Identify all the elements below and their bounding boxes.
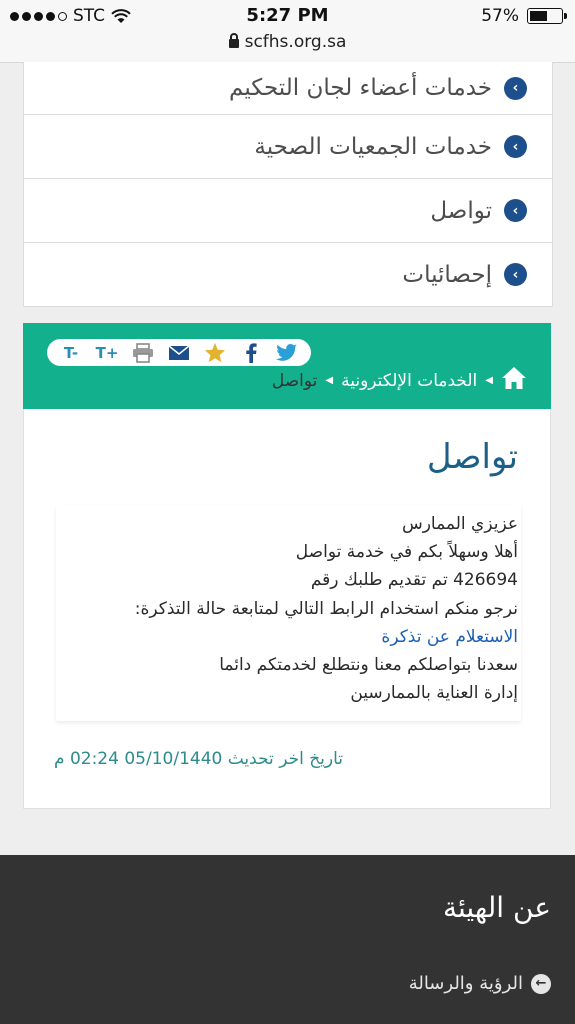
confirmation-message: عزيزي الممارس أهلا وسهلاً بكم في خدمة تو…: [78, 510, 518, 707]
menu-item-statistics[interactable]: ‹ إحصائيات: [24, 242, 552, 306]
content-card: تواصل عزيزي الممارس أهلا وسهلاً بكم في خ…: [23, 409, 551, 809]
chevron-left-icon: ‹: [504, 76, 527, 100]
last-updated: تاريخ اخر تحديث 05/10/1440 02:24 م: [54, 749, 344, 769]
footer-title: عن الهيئة: [442, 891, 551, 924]
message-thanks: سعدنا بتواصلكم معنا ونتطلع لخدمتكم دائما: [219, 655, 518, 676]
home-icon[interactable]: [501, 366, 527, 395]
menu-item-label: إحصائيات: [402, 261, 492, 288]
share-toolbar: T- T+: [47, 339, 311, 366]
message-greeting: عزيزي الممارس: [401, 514, 518, 534]
menu-item-health-societies[interactable]: ‹ خدمات الجمعيات الصحية: [24, 114, 552, 178]
menu-item-label: تواصل: [430, 197, 492, 224]
chevron-left-icon: ‹: [504, 135, 527, 158]
address-bar[interactable]: scfhs.org.sa: [0, 32, 575, 52]
services-menu: ‹ خدمات أعضاء لجان التحكيم ‹ خدمات الجمع…: [23, 62, 553, 307]
menu-item-label: خدمات أعضاء لجان التحكيم: [229, 75, 492, 101]
print-icon[interactable]: [130, 342, 156, 364]
chevron-left-icon: ‹: [504, 199, 527, 222]
browser-status-bar: STC 5:27 PM 57% scfhs.org.sa: [0, 0, 575, 63]
message-instruction: نرجو منكم استخدام الرابط التالي لمتابعة …: [134, 598, 518, 619]
menu-item-arbitration[interactable]: ‹ خدمات أعضاء لجان التحكيم: [24, 62, 552, 114]
battery-status: 57%: [481, 6, 567, 26]
breadcrumb-current: تواصل: [271, 370, 318, 391]
page-header-bar: T- T+ ◀ الخدمات الإلكترونية ◀ تواصل: [23, 323, 551, 409]
arrow-left-icon: ←: [531, 973, 551, 994]
breadcrumb-separator-icon: ◀: [485, 375, 493, 386]
message-welcome: أهلا وسهلاً بكم في خدمة تواصل: [295, 542, 518, 563]
twitter-icon[interactable]: [274, 342, 300, 364]
footer-link-vision[interactable]: ← الرؤية والرسالة: [409, 973, 551, 994]
battery-icon: [527, 8, 567, 24]
menu-item-label: خدمات الجمعيات الصحية: [254, 133, 492, 160]
facebook-icon[interactable]: [238, 342, 264, 364]
chevron-left-icon: ‹: [504, 263, 527, 286]
page-title: تواصل: [426, 437, 518, 477]
message-signature: إدارة العناية بالممارسين: [350, 683, 518, 704]
ticket-inquiry-link[interactable]: الاستعلام عن تذكرة: [381, 627, 518, 647]
email-icon[interactable]: [166, 342, 192, 364]
message-request-number: 426694 تم تقديم طلبك رقم: [310, 570, 518, 591]
site-footer: عن الهيئة ← الرؤية والرسالة: [0, 855, 575, 1024]
font-decrease-button[interactable]: T-: [58, 342, 84, 364]
footer-link-label: الرؤية والرسالة: [408, 973, 523, 994]
breadcrumb-separator-icon: ◀: [325, 375, 334, 386]
font-increase-button[interactable]: T+: [94, 342, 120, 364]
star-icon[interactable]: [202, 342, 228, 364]
url-text: scfhs.org.sa: [244, 32, 347, 52]
lock-icon: [228, 33, 239, 48]
menu-item-contact[interactable]: ‹ تواصل: [24, 178, 552, 242]
breadcrumb: ◀ الخدمات الإلكترونية ◀ تواصل: [272, 366, 527, 395]
battery-percent: 57%: [481, 6, 519, 26]
breadcrumb-section[interactable]: الخدمات الإلكترونية: [341, 371, 477, 391]
